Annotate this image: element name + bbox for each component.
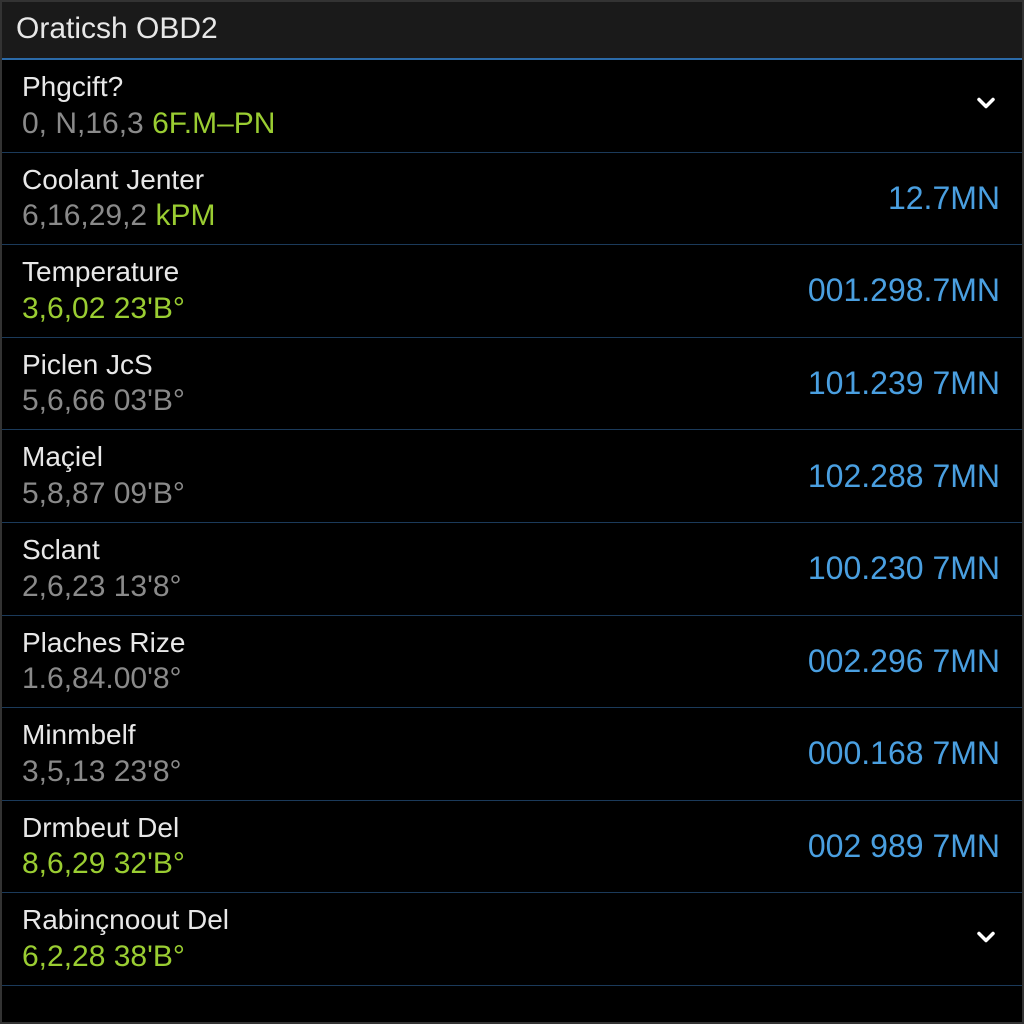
app-container: Oraticsh OBD2 Phgcift?0, N,16,3 6F.M–PN C…: [0, 0, 1024, 1024]
sensor-title: Sclant: [22, 533, 182, 567]
sensor-row-left: Minmbelf3,5,13 23'8°: [22, 718, 182, 790]
sensor-title: Maçiel: [22, 440, 185, 474]
sensor-subtitle: 5,8,87 09'B°: [22, 476, 185, 512]
sensor-row-left: Piclen JcS5,6,66 03'B°: [22, 348, 185, 420]
sensor-row[interactable]: Rabinçnoout Del6,2,28 38'B°: [2, 893, 1022, 986]
sensor-row[interactable]: Coolant Jenter6,16,29,2 kPM 12.7MN: [2, 153, 1022, 246]
sensor-row[interactable]: Temperature3,6,02 23'B° 001.298.7MN: [2, 245, 1022, 338]
sensor-row[interactable]: Piclen JcS5,6,66 03'B° 101.239 7MN: [2, 338, 1022, 431]
sensor-row-left: Drmbeut Del8,6,29 32'B°: [22, 811, 185, 883]
sensor-title: Coolant Jenter: [22, 163, 215, 197]
sensor-row-left: Maçiel5,8,87 09'B°: [22, 440, 185, 512]
sensor-row[interactable]: Drmbeut Del8,6,29 32'B° 002 989 7MN: [2, 801, 1022, 894]
sensor-subtitle: 2,6,23 13'8°: [22, 569, 182, 605]
sensor-subtitle: 0, N,16,3 6F.M–PN: [22, 106, 275, 142]
sensor-title: Phgcift?: [22, 70, 275, 104]
sensor-row[interactable]: Minmbelf3,5,13 23'8° 000.168 7MN: [2, 708, 1022, 801]
sensor-row-left: Phgcift?0, N,16,3 6F.M–PN: [22, 70, 275, 142]
sensor-row[interactable]: Plaches Rize1.6,84.00'8° 002.296 7MN: [2, 616, 1022, 709]
sensor-list[interactable]: Phgcift?0, N,16,3 6F.M–PNCoolant Jenter6…: [2, 60, 1022, 1022]
sensor-value: 001.298.7MN: [808, 272, 1000, 309]
sensor-title: Rabinçnoout Del: [22, 903, 229, 937]
sensor-title: Minmbelf: [22, 718, 182, 752]
sensor-title: Drmbeut Del: [22, 811, 185, 845]
sensor-subtitle: 3,5,13 23'8°: [22, 754, 182, 790]
sensor-value: 102.288 7MN: [808, 458, 1000, 495]
sensor-row-left: Rabinçnoout Del6,2,28 38'B°: [22, 903, 229, 975]
sensor-value: 12.7MN: [888, 180, 1000, 217]
sensor-value: 000.168 7MN: [808, 735, 1000, 772]
sensor-subtitle: 1.6,84.00'8°: [22, 661, 185, 697]
app-header: Oraticsh OBD2: [2, 2, 1022, 60]
sensor-value: 002 989 7MN: [808, 828, 1000, 865]
sensor-row-left: Coolant Jenter6,16,29,2 kPM: [22, 163, 215, 235]
sensor-title: Plaches Rize: [22, 626, 185, 660]
sensor-title: Piclen JcS: [22, 348, 185, 382]
sensor-row-left: Plaches Rize1.6,84.00'8°: [22, 626, 185, 698]
sensor-row-left: Temperature3,6,02 23'B°: [22, 255, 185, 327]
sensor-row[interactable]: Phgcift?0, N,16,3 6F.M–PN: [2, 60, 1022, 153]
sensor-value: 100.230 7MN: [808, 550, 1000, 587]
sensor-subtitle: 6,16,29,2 kPM: [22, 198, 215, 234]
sensor-row[interactable]: Sclant2,6,23 13'8° 100.230 7MN: [2, 523, 1022, 616]
sensor-subtitle: 8,6,29 32'B°: [22, 846, 185, 882]
sensor-value: 101.239 7MN: [808, 365, 1000, 402]
sensor-subtitle: 6,2,28 38'B°: [22, 939, 229, 975]
sensor-row[interactable]: Maçiel5,8,87 09'B° 102.288 7MN: [2, 430, 1022, 523]
chevron-down-icon[interactable]: [972, 923, 1000, 956]
sensor-subtitle: 5,6,66 03'B°: [22, 383, 185, 419]
sensor-row-left: Sclant2,6,23 13'8°: [22, 533, 182, 605]
sensor-subtitle: 3,6,02 23'B°: [22, 291, 185, 327]
chevron-down-icon[interactable]: [972, 89, 1000, 122]
sensor-title: Temperature: [22, 255, 185, 289]
sensor-value: 002.296 7MN: [808, 643, 1000, 680]
app-title: Oraticsh OBD2: [16, 12, 1008, 46]
